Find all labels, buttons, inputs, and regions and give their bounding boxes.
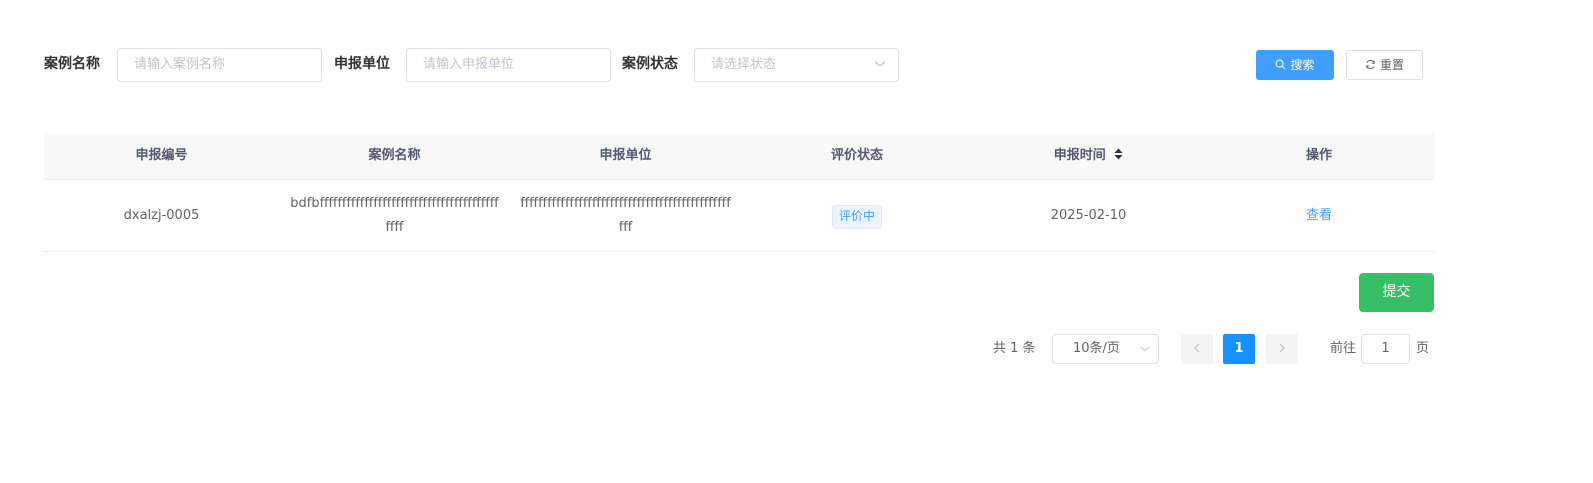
sort-icon[interactable] [1114,148,1123,160]
column-header-name: 案例名称 [368,148,421,163]
column-header-unit: 申报单位 [599,148,652,163]
reset-button-label: 重置 [1379,58,1404,72]
chevron-left-icon [1194,343,1200,353]
cell-code: dxalzj-0005 [123,208,200,223]
pagination-total: 共 1 条 [993,341,1036,356]
search-button[interactable]: 搜索 [1256,50,1334,80]
column-header-date-label: 申报时间 [1053,148,1106,163]
page-size-select[interactable]: 10条/页 [1052,334,1159,364]
page-size-value: 10条/页 [1073,341,1120,356]
column-header-date[interactable]: 申报时间 [973,133,1204,179]
cell-action: 查看 [1204,204,1434,228]
submit-button[interactable]: 提交 [1359,273,1434,312]
status-label: 案例状态 [622,56,678,72]
unit-label: 申报单位 [334,56,390,72]
chevron-down-icon [874,61,886,67]
chevron-down-icon [1140,346,1150,352]
status-select-placeholder: 请选择状态 [711,57,777,72]
reset-button[interactable]: 重置 [1346,50,1423,80]
view-link[interactable]: 查看 [1306,208,1332,223]
status-badge: 评价中 [831,205,882,229]
search-icon [1276,59,1286,70]
cell-unit: ffffffffffffffffffffffffffffffffffffffff… [520,196,731,235]
search-button-label: 搜索 [1290,58,1315,72]
table-row: dxalzj-0005 bdfbffffffffffffffffffffffff… [44,180,1434,252]
goto-page-input[interactable]: 1 [1361,334,1410,364]
cell-status: 评价中 [741,205,973,229]
prev-page-button[interactable] [1181,334,1213,364]
page-suffix-label: 页 [1416,341,1430,356]
column-header-action: 操作 [1305,148,1332,163]
table-header: 申报编号 案例名称 申报单位 评价状态 申报时间 操作 [44,133,1434,180]
unit-input[interactable]: 请输入申报单位 [406,48,611,82]
cell-date: 2025-02-10 [1050,208,1127,223]
chevron-right-icon [1279,343,1285,353]
case-name-label: 案例名称 [44,56,100,72]
case-name-input[interactable]: 请输入案例名称 [117,48,322,82]
goto-label: 前往 [1330,341,1357,356]
next-page-button[interactable] [1266,334,1298,364]
refresh-icon [1366,59,1375,70]
column-header-code: 申报编号 [135,148,188,163]
status-select[interactable]: 请选择状态 [694,48,899,82]
cell-name: bdfbffffffffffffffffffffffffffffffffffff… [290,196,499,235]
page-number-button[interactable]: 1 [1223,334,1255,364]
column-header-status: 评价状态 [830,148,883,163]
